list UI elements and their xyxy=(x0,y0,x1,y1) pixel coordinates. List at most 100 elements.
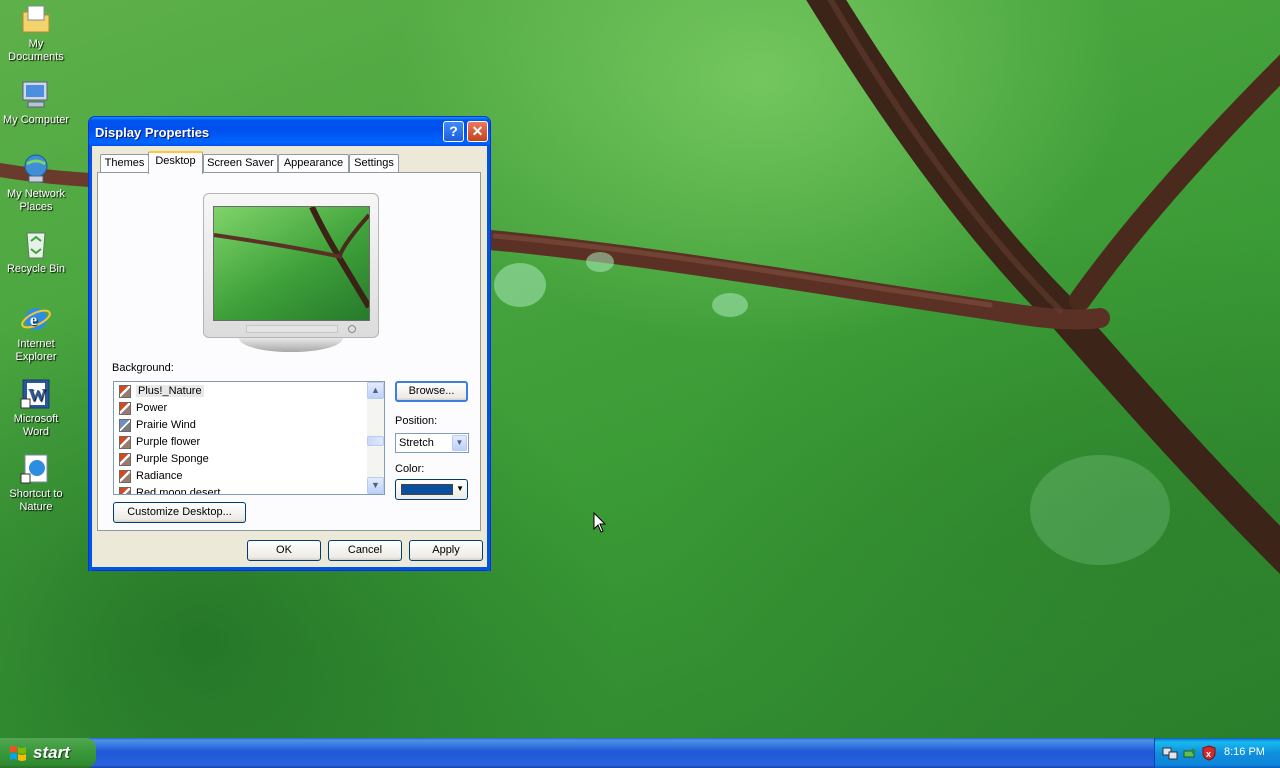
start-label: start xyxy=(33,743,70,762)
taskbar: start x 8:16 PM xyxy=(0,738,1280,768)
tab-label: Settings xyxy=(354,157,394,169)
dialog-frame-bottom xyxy=(89,567,490,570)
tab-desktop[interactable]: Desktop xyxy=(148,151,203,174)
desktop-icon-label: My Computer xyxy=(2,114,70,126)
list-item-label: Red moon desert xyxy=(136,487,221,495)
tab-settings[interactable]: Settings xyxy=(349,154,399,172)
desktop-icon-shortcut-to-nature[interactable]: Shortcut to Nature xyxy=(0,452,72,514)
desktop-icon-network-places[interactable]: My Network Places xyxy=(0,152,72,214)
image-file-icon xyxy=(119,384,131,398)
list-item-label: Plus!_Nature xyxy=(136,385,204,397)
tab-screen-saver[interactable]: Screen Saver xyxy=(203,154,278,172)
windows-logo-icon xyxy=(10,746,26,761)
my-computer-icon xyxy=(22,81,48,108)
scroll-thumb[interactable] xyxy=(367,436,384,446)
list-item[interactable]: Power xyxy=(119,400,167,417)
color-label: Color: xyxy=(395,463,425,475)
close-button[interactable]: ✕ xyxy=(467,121,488,142)
svg-text:e: e xyxy=(30,312,37,329)
image-file-icon xyxy=(119,469,131,483)
help-button[interactable]: ? xyxy=(443,121,464,142)
position-select[interactable]: Stretch ▼ xyxy=(395,433,469,453)
desktop-icon-my-computer[interactable]: My Computer xyxy=(0,78,72,127)
image-file-icon xyxy=(119,452,131,466)
browse-button[interactable]: Browse... xyxy=(395,381,468,402)
ok-button[interactable]: OK xyxy=(247,540,321,561)
list-item[interactable]: Prairie Wind xyxy=(119,417,196,434)
desktop-icon-recycle-bin[interactable]: Recycle Bin xyxy=(0,227,72,276)
tab-themes[interactable]: Themes xyxy=(100,154,149,172)
desktop-icon-label: My Documents xyxy=(8,38,64,63)
list-item[interactable]: Purple Sponge xyxy=(119,451,209,468)
desktop-icon-label: Recycle Bin xyxy=(6,263,66,275)
list-item[interactable]: Purple flower xyxy=(119,434,200,451)
desktop-icon-label: Shortcut to Nature xyxy=(9,488,63,513)
chevron-down-icon: ▼ xyxy=(456,484,464,493)
desktop-icon-microsoft-word[interactable]: W Microsoft Word xyxy=(0,377,72,439)
preview-branch-image xyxy=(214,207,369,309)
tab-appearance[interactable]: Appearance xyxy=(278,154,349,172)
network-places-icon xyxy=(24,154,48,183)
dialog-frame-right xyxy=(487,145,490,571)
clock[interactable]: 8:16 PM xyxy=(1224,746,1265,758)
image-file-icon xyxy=(119,486,131,494)
cancel-button[interactable]: Cancel xyxy=(328,540,402,561)
list-item[interactable]: Radiance xyxy=(119,468,182,485)
list-item-label: Purple flower xyxy=(136,436,201,448)
apply-label: Apply xyxy=(432,544,460,556)
chevron-down-icon[interactable]: ▼ xyxy=(452,435,467,451)
background-listbox[interactable]: Plus!_Nature Power Prairie Wind Purple f… xyxy=(113,381,385,495)
color-swatch xyxy=(401,484,453,495)
mouse-cursor-icon xyxy=(593,512,607,533)
monitor-preview xyxy=(203,193,379,338)
dialog-title: Display Properties xyxy=(95,125,210,140)
desktop-icon-internet-explorer[interactable]: e Internet Explorer xyxy=(0,302,72,364)
help-icon: ? xyxy=(449,123,458,139)
dialog-frame-left xyxy=(89,145,92,571)
position-label: Position: xyxy=(395,415,438,427)
desktop-icon-label: Internet Explorer xyxy=(15,338,57,363)
scroll-down-button[interactable]: ▼ xyxy=(367,477,384,494)
wallpaper-preview xyxy=(213,206,370,321)
my-documents-icon xyxy=(22,5,50,33)
start-button[interactable]: start xyxy=(0,738,96,768)
tab-label: Themes xyxy=(104,157,145,169)
list-item-label: Power xyxy=(136,402,168,414)
shortcut-icon xyxy=(20,454,48,484)
list-item-label: Purple Sponge xyxy=(136,453,209,465)
display-properties-dialog[interactable]: Display Properties ? ✕ Themes Desktop Sc… xyxy=(88,116,491,571)
tab-label: Screen Saver xyxy=(207,157,274,169)
tab-label: Appearance xyxy=(283,157,344,169)
apply-button[interactable]: Apply xyxy=(409,540,483,561)
image-file-icon xyxy=(119,401,131,415)
list-item-label: Prairie Wind xyxy=(136,419,196,431)
list-item[interactable]: Plus!_Nature xyxy=(119,383,204,400)
image-file-icon xyxy=(119,418,131,432)
browse-button-label: Browse... xyxy=(408,385,455,397)
customize-desktop-button[interactable]: Customize Desktop... xyxy=(113,502,246,523)
network-icon[interactable] xyxy=(1162,745,1178,761)
tab-label: Desktop xyxy=(155,155,196,167)
color-picker-button[interactable]: ▼ xyxy=(395,479,468,500)
safely-remove-icon[interactable] xyxy=(1182,745,1198,761)
svg-text:W: W xyxy=(28,385,46,405)
desktop-icon-my-documents[interactable]: My Documents xyxy=(0,2,72,64)
recycle-bin-icon xyxy=(26,232,46,259)
internet-explorer-icon: e xyxy=(21,308,51,330)
list-item[interactable]: Red moon desert xyxy=(119,485,221,495)
position-value: Stretch xyxy=(399,437,434,449)
list-item-label: Radiance xyxy=(136,470,183,482)
desktop-icon-label: Microsoft Word xyxy=(13,413,59,438)
monitor-power-button xyxy=(348,325,356,333)
dialog-titlebar[interactable]: Display Properties ? ✕ xyxy=(89,117,490,146)
customize-desktop-label: Customize Desktop... xyxy=(127,506,232,518)
ok-label: OK xyxy=(276,544,292,556)
image-file-icon xyxy=(119,435,131,449)
system-tray: x 8:16 PM xyxy=(1154,738,1280,768)
svg-text:x: x xyxy=(1206,749,1211,759)
word-icon: W xyxy=(20,379,50,409)
security-shield-icon[interactable]: x xyxy=(1201,745,1217,761)
monitor-bezel-bar xyxy=(246,325,338,333)
listbox-scrollbar[interactable]: ▲ ▼ xyxy=(367,382,384,494)
scroll-up-button[interactable]: ▲ xyxy=(367,382,384,399)
